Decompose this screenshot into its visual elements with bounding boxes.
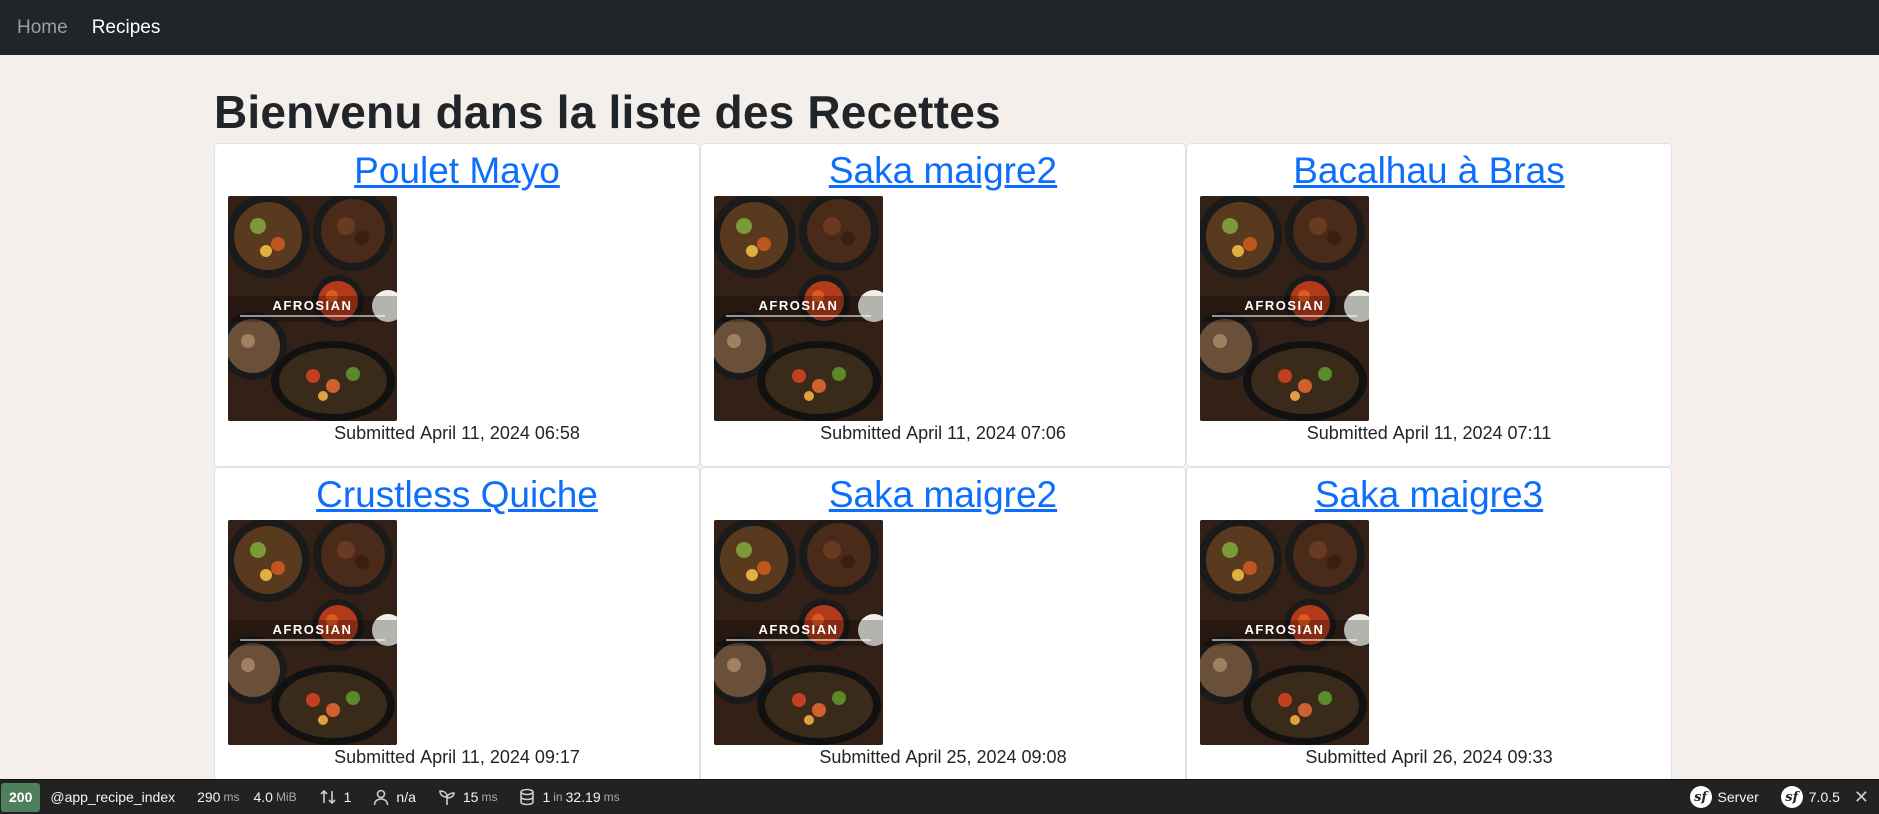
user-value: n/a — [396, 789, 416, 805]
submitted-label: Submitted — [819, 747, 901, 767]
recipe-image: AFROSIAN — [228, 520, 397, 745]
recipe-image: AFROSIAN — [1200, 196, 1369, 421]
symfony-logo-icon: sf — [1689, 786, 1712, 808]
memory-usage[interactable]: 4.0 MiB — [253, 789, 296, 805]
svg-text:AFROSIAN: AFROSIAN — [759, 298, 839, 313]
symfony-logo-icon: sf — [1780, 786, 1803, 808]
submitted-date-value: April 11, 2024 07:11 — [1392, 423, 1552, 443]
request-time-value: 290 — [197, 789, 221, 805]
recipe-image: AFROSIAN — [714, 520, 883, 745]
recipe-title-link[interactable]: Bacalhau à Bras — [1187, 146, 1671, 196]
db-query-count: 1 — [542, 789, 551, 805]
main-content: Bienvenu dans la liste des Recettes Poul… — [214, 55, 1672, 791]
submitted-label: Submitted — [820, 423, 902, 443]
submitted-date-value: April 11, 2024 09:17 — [420, 747, 580, 767]
recipe-title-link[interactable]: Saka maigre2 — [701, 146, 1185, 196]
svg-text:AFROSIAN: AFROSIAN — [273, 298, 353, 313]
recipe-card: Saka maigre3 AFROSIAN Submitted April 26… — [1186, 467, 1672, 791]
toolbar-right: sf Server sf 7.0.5 ✕ — [1689, 786, 1879, 808]
symfony-version[interactable]: sf 7.0.5 — [1780, 786, 1840, 808]
svg-text:AFROSIAN: AFROSIAN — [1245, 298, 1325, 313]
route-label: @app_recipe_index — [50, 789, 176, 805]
recipe-title-link[interactable]: Saka maigre3 — [1187, 470, 1671, 520]
memory-unit: MiB — [275, 790, 297, 804]
twig-time-value: 15 — [462, 789, 479, 805]
request-time-unit: ms — [223, 790, 240, 804]
server-info[interactable]: sf Server — [1689, 786, 1759, 808]
twig-time-unit: ms — [481, 790, 498, 804]
server-label: Server — [1717, 789, 1759, 805]
recipe-card: Saka maigre2 — [700, 467, 1186, 791]
close-icon[interactable]: ✕ — [1854, 787, 1869, 808]
debug-toolbar: 200 @app_recipe_index 290 ms 4.0 MiB 1 n… — [0, 779, 1879, 814]
db-in-label: in — [553, 790, 563, 804]
recipe-image: AFROSIAN — [228, 196, 397, 421]
svg-text:AFROSIAN: AFROSIAN — [1245, 622, 1325, 637]
recipe-submitted-date: Submitted April 11, 2024 07:11 — [1187, 423, 1671, 444]
swap-arrows-icon — [320, 789, 336, 805]
ajax-requests-count: 1 — [343, 789, 352, 805]
nav-home-link[interactable]: Home — [17, 17, 68, 39]
nav-recipes-link[interactable]: Recipes — [92, 17, 161, 39]
recipe-submitted-date: Submitted April 11, 2024 07:06 — [701, 423, 1185, 444]
submitted-label: Submitted — [1305, 747, 1387, 767]
recipe-card: Poulet Mayo AFROSIAN Submitted April 11,… — [214, 143, 700, 467]
page-title: Bienvenu dans la liste des Recettes — [214, 86, 1001, 138]
memory-value: 4.0 — [253, 789, 273, 805]
recipe-submitted-date: Submitted April 26, 2024 09:33 — [1187, 747, 1671, 768]
submitted-label: Submitted — [1306, 423, 1388, 443]
ajax-requests[interactable]: 1 — [319, 788, 352, 806]
database-queries[interactable]: 1 in 32.19 ms — [519, 788, 620, 806]
recipe-image: AFROSIAN — [1200, 520, 1369, 745]
recipe-submitted-date: Submitted April 11, 2024 06:58 — [215, 423, 699, 444]
user-icon — [374, 789, 389, 805]
db-time-unit: ms — [603, 790, 620, 804]
recipe-image: AFROSIAN — [714, 196, 883, 421]
twig-icon — [439, 789, 455, 805]
recipe-card: Crustless Quiche AFROSIAN Submitted Apri… — [214, 467, 700, 791]
recipe-submitted-date: Submitted April 11, 2024 09:17 — [215, 747, 699, 768]
submitted-label: Submitted — [334, 423, 416, 443]
route-name[interactable]: @app_recipe_index — [50, 789, 175, 805]
top-navbar: Home Recipes — [0, 0, 1879, 55]
twig-render[interactable]: 15 ms — [438, 789, 498, 806]
request-time[interactable]: 290 ms — [197, 789, 239, 805]
recipe-card: Bacalhau à Bras AFROSIAN Submitted April… — [1186, 143, 1672, 467]
version-label: 7.0.5 — [1808, 789, 1840, 805]
recipe-title-link[interactable]: Crustless Quiche — [215, 470, 699, 520]
recipe-grid: Poulet Mayo AFROSIAN Submitted April 11,… — [214, 143, 1672, 791]
submitted-date-value: April 11, 2024 06:58 — [420, 423, 580, 443]
status-code-badge[interactable]: 200 — [1, 782, 41, 812]
submitted-date-value: April 26, 2024 09:33 — [1391, 747, 1553, 767]
recipe-title-link[interactable]: Poulet Mayo — [215, 146, 699, 196]
submitted-date-value: April 11, 2024 07:06 — [906, 423, 1066, 443]
recipe-submitted-date: Submitted April 25, 2024 09:08 — [701, 747, 1185, 768]
recipe-title-link[interactable]: Saka maigre2 — [701, 470, 1185, 520]
db-time-value: 32.19 — [565, 789, 601, 805]
svg-text:AFROSIAN: AFROSIAN — [273, 622, 353, 637]
security-user[interactable]: n/a — [373, 789, 416, 806]
submitted-date-value: April 25, 2024 09:08 — [905, 747, 1067, 767]
svg-text:AFROSIAN: AFROSIAN — [759, 622, 839, 637]
database-icon — [520, 788, 535, 806]
recipe-card: Saka maigre2 — [700, 143, 1186, 467]
submitted-label: Submitted — [334, 747, 416, 767]
